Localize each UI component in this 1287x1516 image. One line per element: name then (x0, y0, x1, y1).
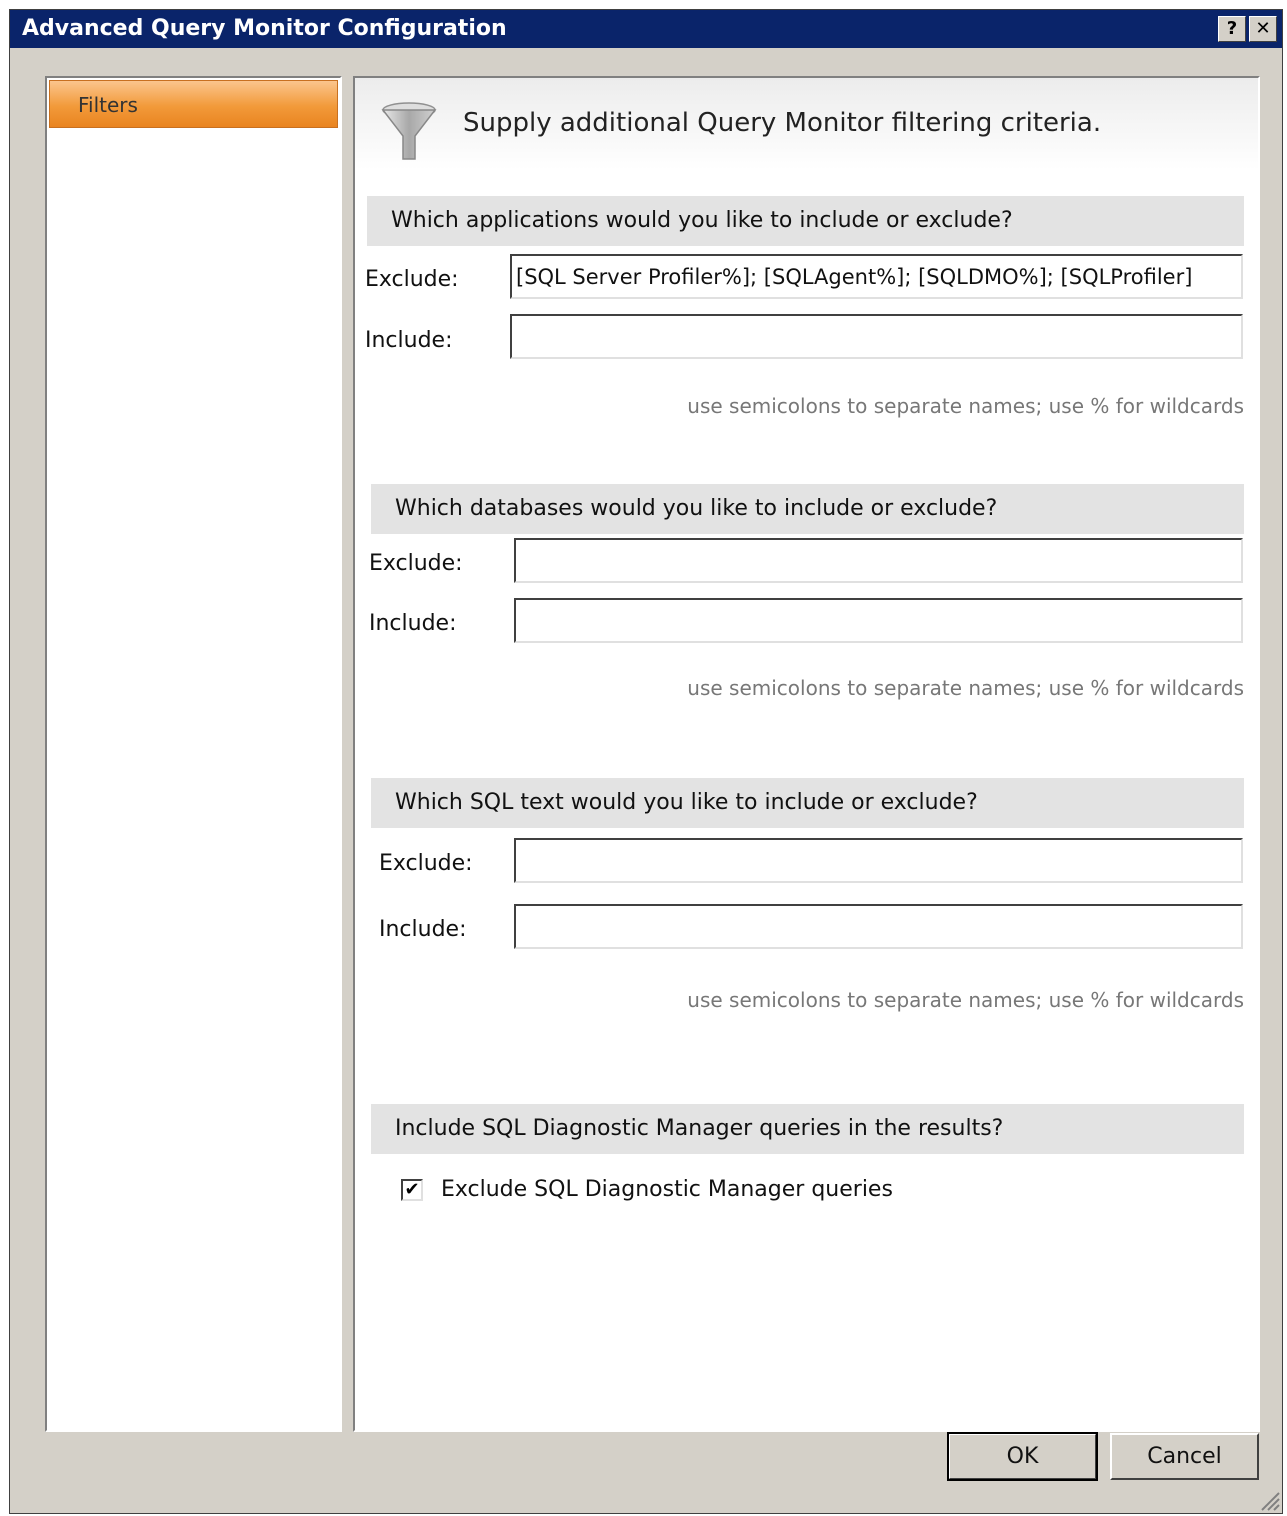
databases-include-label: Include: (369, 611, 457, 636)
databases-exclude-label: Exclude: (369, 551, 463, 576)
close-button[interactable]: ✕ (1249, 16, 1277, 42)
filters-panel: Supply additional Query Monitor filterin… (353, 76, 1260, 1432)
applications-include-field[interactable] (510, 314, 1243, 359)
cancel-button[interactable]: Cancel (1110, 1433, 1259, 1480)
nav-item-filters[interactable]: Filters (49, 80, 338, 128)
window-title: Advanced Query Monitor Configuration (22, 16, 507, 41)
navigation-pane: Filters (45, 76, 342, 1432)
sql-text-include-label: Include: (379, 917, 467, 942)
panel-header: Supply additional Query Monitor filterin… (355, 78, 1258, 170)
exclude-diagnostic-checkbox[interactable]: ✔ (401, 1179, 423, 1201)
applications-exclude-field[interactable] (510, 254, 1243, 299)
applications-exclude-label: Exclude: (365, 267, 459, 292)
diagnostic-heading: Include SQL Diagnostic Manager queries i… (371, 1104, 1244, 1154)
databases-hint: use semicolons to separate names; use % … (687, 676, 1244, 700)
header-text: Supply additional Query Monitor filterin… (463, 108, 1102, 138)
funnel-icon (381, 102, 437, 160)
applications-hint: use semicolons to separate names; use % … (687, 394, 1244, 418)
nav-item-label: Filters (78, 93, 138, 117)
dialog-window: Advanced Query Monitor Configuration ? ✕… (9, 9, 1283, 1514)
sql-text-exclude-field[interactable] (514, 838, 1243, 883)
applications-heading: Which applications would you like to inc… (367, 196, 1244, 246)
databases-exclude-field[interactable] (514, 538, 1243, 583)
sql-text-heading: Which SQL text would you like to include… (371, 778, 1244, 828)
sql-text-exclude-label: Exclude: (379, 851, 473, 876)
exclude-diagnostic-label[interactable]: Exclude SQL Diagnostic Manager queries (441, 1177, 893, 1202)
applications-include-label: Include: (365, 328, 453, 353)
ok-button[interactable]: OK (947, 1432, 1098, 1481)
databases-heading: Which databases would you like to includ… (371, 484, 1244, 534)
resize-grip-icon[interactable] (1258, 1489, 1280, 1511)
sql-text-hint: use semicolons to separate names; use % … (687, 988, 1244, 1012)
help-button[interactable]: ? (1218, 16, 1246, 42)
databases-include-field[interactable] (514, 598, 1243, 643)
sql-text-include-field[interactable] (514, 904, 1243, 949)
title-bar[interactable]: Advanced Query Monitor Configuration ? ✕ (10, 10, 1282, 48)
